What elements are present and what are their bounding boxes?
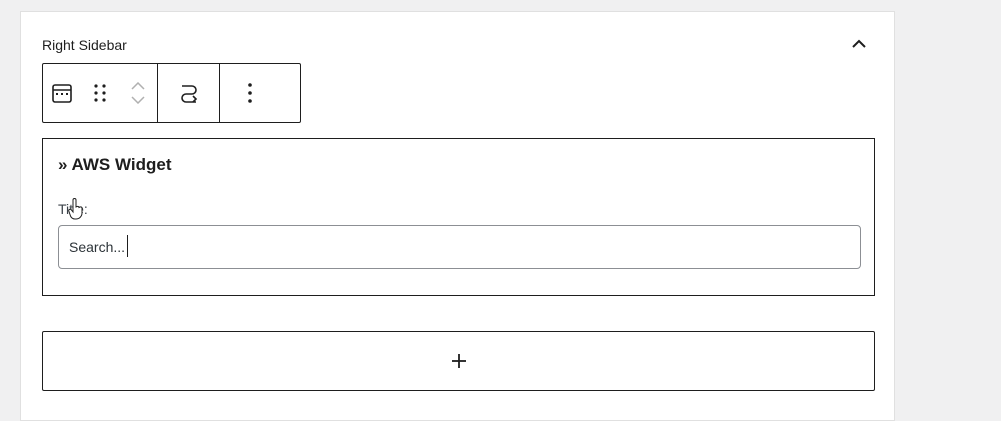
collapse-button[interactable] xyxy=(847,34,871,54)
hand-pointer-icon xyxy=(68,198,84,225)
chevron-up-icon xyxy=(131,82,145,90)
drag-handle-icon xyxy=(94,84,106,102)
drag-handle-button[interactable] xyxy=(81,64,119,122)
move-up-button[interactable] xyxy=(131,82,145,90)
widget-title: » AWS Widget xyxy=(58,155,172,174)
plus-icon xyxy=(451,354,466,368)
transform-icon xyxy=(180,85,197,103)
block-toolbar xyxy=(42,63,301,123)
block-type-button[interactable] xyxy=(43,64,81,122)
text-caret xyxy=(127,235,128,257)
more-vertical-icon xyxy=(248,83,252,103)
transform-button[interactable] xyxy=(158,64,219,122)
chevron-down-icon xyxy=(131,96,145,104)
panel-title: Right Sidebar xyxy=(42,37,127,53)
widget-area-panel: Right Sidebar » AWS Widget Search... xyxy=(20,11,895,421)
block-mover xyxy=(119,64,157,122)
title-field[interactable] xyxy=(58,225,861,269)
chevron-up-icon xyxy=(852,39,866,48)
move-down-button[interactable] xyxy=(131,96,145,104)
calendar-icon xyxy=(52,84,72,103)
add-block-button[interactable] xyxy=(42,331,875,391)
legacy-widget-block[interactable]: » AWS Widget Title: xyxy=(42,138,875,296)
options-button[interactable] xyxy=(220,64,280,122)
